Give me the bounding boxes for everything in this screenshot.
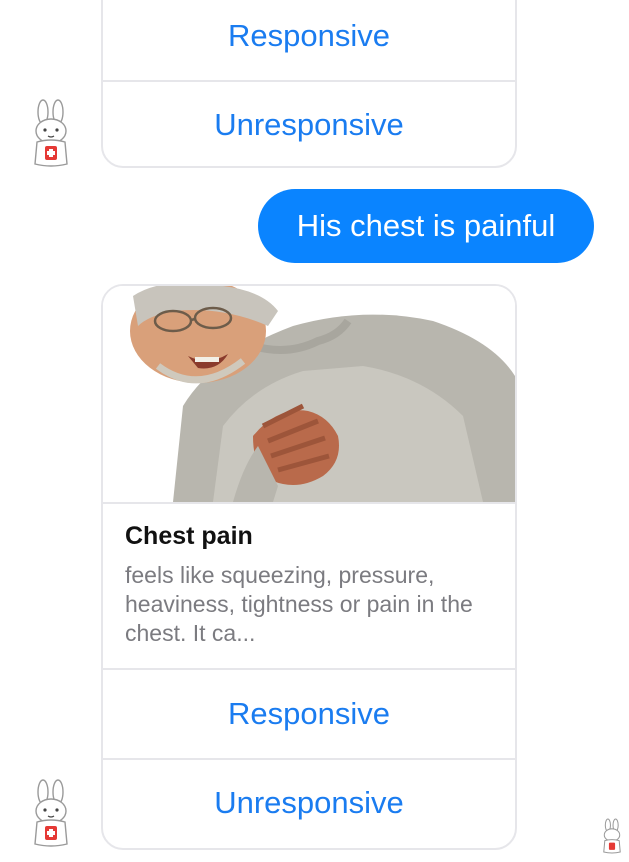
unresponsive-button[interactable]: Unresponsive xyxy=(103,758,515,846)
responsive-button[interactable]: Responsive xyxy=(103,0,515,80)
rabbit-doctor-icon xyxy=(34,779,68,847)
card-subtitle: feels like squeezing, pressure, heavines… xyxy=(125,562,473,646)
chest-pain-illustration xyxy=(103,286,515,502)
chest-pain-photo xyxy=(103,286,515,504)
quick-reply-card-top: Responsive Unresponsive xyxy=(101,0,517,168)
unresponsive-button[interactable]: Unresponsive xyxy=(103,80,515,166)
read-receipt-icon xyxy=(603,818,621,854)
chest-pain-card: Chest pain feels like squeezing, pressur… xyxy=(101,284,517,850)
user-message-bubble: His chest is painful xyxy=(258,189,594,263)
responsive-button[interactable]: Responsive xyxy=(103,670,515,758)
card-title: Chest pain xyxy=(125,522,253,550)
rabbit-doctor-icon xyxy=(34,99,68,167)
card-body: Chest pain feels like squeezing, pressur… xyxy=(103,504,515,670)
